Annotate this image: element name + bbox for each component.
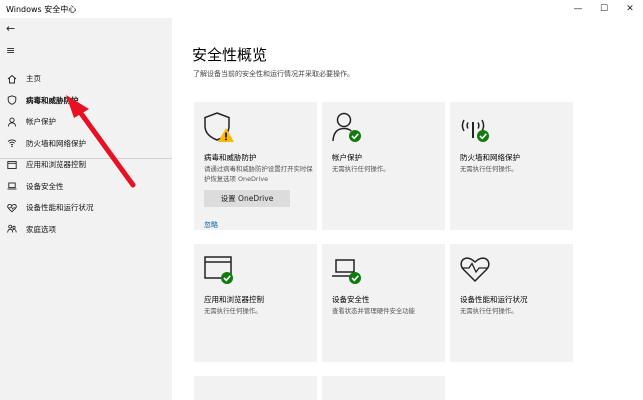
card-partial [194,376,317,400]
sidebar-item-home[interactable]: 主页 [0,68,172,90]
card-partial [322,376,445,400]
app-window-icon [7,160,17,169]
person-icon [7,117,17,127]
sidebar-nav: 主页 病毒和威胁防护 帐户保护 防火墙和网络保护 应用和浏览器控制 设备安全性 … [0,68,172,240]
card-title: 设备安全性 [332,295,370,304]
hamburger-menu-icon[interactable]: ≡ [6,44,15,57]
setup-onedrive-button[interactable]: 设置 OneDrive [204,190,290,207]
card-description: 请通过病毒和威胁防护设置打开实时保护恢复选项 OneDrive [204,165,313,183]
sidebar-item-device-health[interactable]: 设备性能和运行状况 [0,197,172,219]
family-icon [7,224,17,233]
page-title: 安全性概览 [192,46,268,64]
sidebar-item-account-protection[interactable]: 帐户保护 [0,111,172,133]
laptop-icon [7,182,17,190]
card-firewall-network[interactable]: 防火墙和网络保护 无需执行任何操作。 [450,102,573,230]
sidebar-divider [0,158,172,159]
maximize-button[interactable]: ☐ [591,0,617,18]
minimize-button[interactable]: — [565,0,591,18]
heart-icon [7,203,17,213]
card-title: 设备性能和运行状况 [460,295,528,304]
wifi-check-icon [461,119,489,142]
card-description: 无需执行任何操作。 [332,165,390,173]
heart-pulse-icon [460,257,490,283]
card-description: 无需执行任何操作。 [204,307,262,315]
back-arrow-icon[interactable]: ← [6,22,15,35]
sidebar-item-label: 设备安全性 [26,181,64,191]
dismiss-link[interactable]: 忽略 [204,220,218,230]
sidebar-item-label: 主页 [26,74,41,84]
sidebar-item-label: 防火墙和网络保护 [26,138,86,148]
sidebar-item-label: 家庭选项 [26,224,56,234]
shield-warning-icon [204,112,234,142]
card-description: 无需执行任何操作。 [460,165,518,173]
card-app-browser-control[interactable]: 应用和浏览器控制 无需执行任何操作。 [194,244,317,362]
sidebar-item-device-security[interactable]: 设备安全性 [0,176,172,198]
person-check-icon [332,112,361,142]
card-title: 帐户保护 [332,153,362,162]
page-subtitle: 了解设备当前的安全性和运行情况并采取必要操作。 [193,70,354,78]
window-title: Windows 安全中心 [6,4,77,14]
sidebar: ← ≡ 主页 病毒和威胁防护 帐户保护 防火墙和网络保护 应用和浏览器控制 设备… [0,18,172,400]
card-description: 查看状态并管理硬件安全功能 [332,307,416,315]
wifi-icon [7,139,17,148]
home-icon [7,74,17,84]
sidebar-item-family-options[interactable]: 家庭选项 [0,219,172,241]
card-account-protection[interactable]: 帐户保护 无需执行任何操作。 [322,102,445,230]
shield-icon [7,95,17,106]
card-title: 防火墙和网络保护 [460,153,520,162]
sidebar-item-label: 应用和浏览器控制 [26,160,86,170]
close-button[interactable]: ✕ [617,0,643,18]
card-title: 病毒和威胁防护 [204,153,257,162]
sidebar-item-virus-protection[interactable]: 病毒和威胁防护 [0,90,172,112]
sidebar-item-firewall[interactable]: 防火墙和网络保护 [0,133,172,155]
main-content: 安全性概览 了解设备当前的安全性和运行情况并采取必要操作。 病毒和威胁防护 请通… [172,18,643,400]
sidebar-item-label: 病毒和威胁防护 [26,95,79,105]
card-device-security[interactable]: 设备安全性 查看状态并管理硬件安全功能 [322,244,445,362]
app-window-check-icon [204,256,233,284]
card-device-performance-health[interactable]: 设备性能和运行状况 无需执行任何操作。 [450,244,573,362]
card-title: 应用和浏览器控制 [204,295,264,304]
card-description: 无需执行任何操作。 [460,307,518,315]
sidebar-item-label: 设备性能和运行状况 [26,203,94,213]
laptop-check-icon [332,259,361,284]
sidebar-item-label: 帐户保护 [26,117,56,127]
card-virus-threat-protection[interactable]: 病毒和威胁防护 请通过病毒和威胁防护设置打开实时保护恢复选项 OneDrive … [194,102,317,230]
title-bar: Windows 安全中心 — ☐ ✕ [0,0,643,18]
